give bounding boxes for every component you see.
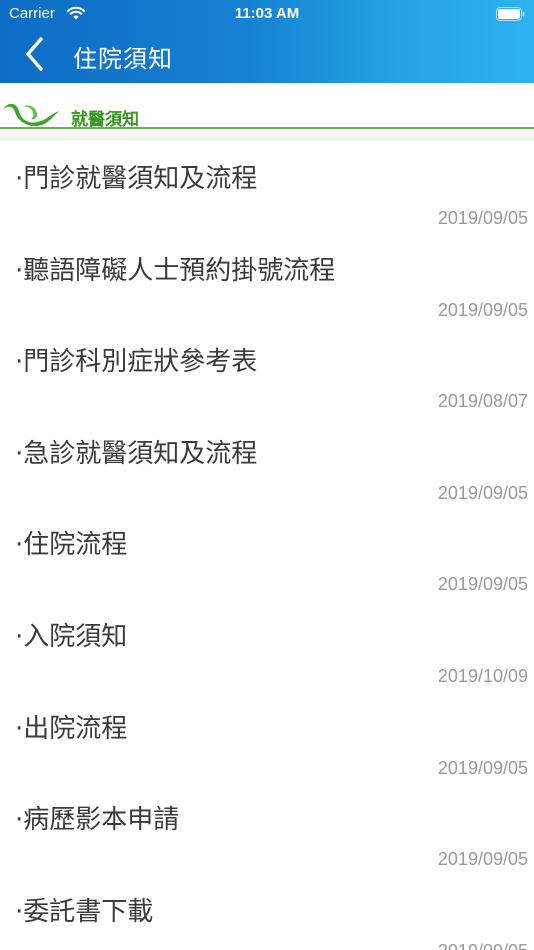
list-item-title: ·出院流程 — [15, 713, 128, 744]
list-item[interactable]: ·門診科別症狀參考表 2019/08/07 — [0, 324, 534, 416]
list-item-date: 2019/09/05 — [437, 208, 528, 228]
list-item-date: 2019/09/05 — [437, 299, 528, 320]
status-bar: Carrier 11:03 AM — [0, 0, 534, 28]
list-item-title: ·門診科別症狀參考表 — [15, 347, 258, 378]
list-item-title: ·入院須知 — [15, 621, 128, 652]
list-item[interactable]: ·入院須知 2019/10/09 — [0, 599, 534, 691]
list-item-date: 2019/08/07 — [437, 391, 528, 412]
list-item-title: ·急診就醫須知及流程 — [15, 438, 258, 469]
list-item[interactable]: ·聽語障礙人士預約掛號流程 2019/09/05 — [0, 233, 534, 325]
section-header: 就醫須知 — [0, 83, 534, 141]
list-item-date: 2019/09/05 — [438, 941, 528, 950]
battery-icon — [496, 7, 525, 21]
section-divider — [0, 127, 534, 129]
list-item-title: ·聽語障礙人士預約掛號流程 — [15, 255, 336, 286]
app-header: Carrier 11:03 AM 住院須知 — [0, 0, 534, 83]
list-item-title: ·門診就醫須知及流程 — [15, 164, 258, 194]
list-item-title: ·住院流程 — [15, 530, 128, 561]
list-item-date: 2019/10/09 — [437, 665, 528, 686]
list-item[interactable]: ·出院流程 2019/09/05 — [0, 691, 534, 783]
list-item[interactable]: ·門診就醫須知及流程 2019/09/05 — [0, 141, 534, 233]
list-item[interactable]: ·病歷影本申請 2019/09/05 — [0, 782, 534, 874]
list-item[interactable]: ·委託書下載 2019/09/05 — [0, 874, 534, 950]
page-title: 住院須知 — [73, 45, 173, 73]
list-item-date: 2019/09/05 — [437, 757, 528, 778]
list-item[interactable]: ·急診就醫須知及流程 2019/09/05 — [0, 416, 534, 508]
list-item-date: 2019/09/05 — [437, 849, 528, 870]
navigation-bar: 住院須知 — [0, 28, 534, 83]
list-item-title: ·委託書下載 — [15, 896, 154, 927]
back-button[interactable] — [18, 36, 52, 72]
green-wave-logo-icon — [3, 103, 59, 127]
list-item-date: 2019/09/05 — [437, 574, 528, 595]
status-time: 11:03 AM — [234, 5, 300, 22]
list-item-title: ·病歷影本申請 — [15, 805, 180, 836]
list-item-date: 2019/09/05 — [437, 482, 528, 503]
list-item[interactable]: ·住院流程 2019/09/05 — [0, 507, 534, 599]
notice-list: ·門診就醫須知及流程 2019/09/05 ·聽語障礙人士預約掛號流程 2019… — [0, 141, 534, 950]
